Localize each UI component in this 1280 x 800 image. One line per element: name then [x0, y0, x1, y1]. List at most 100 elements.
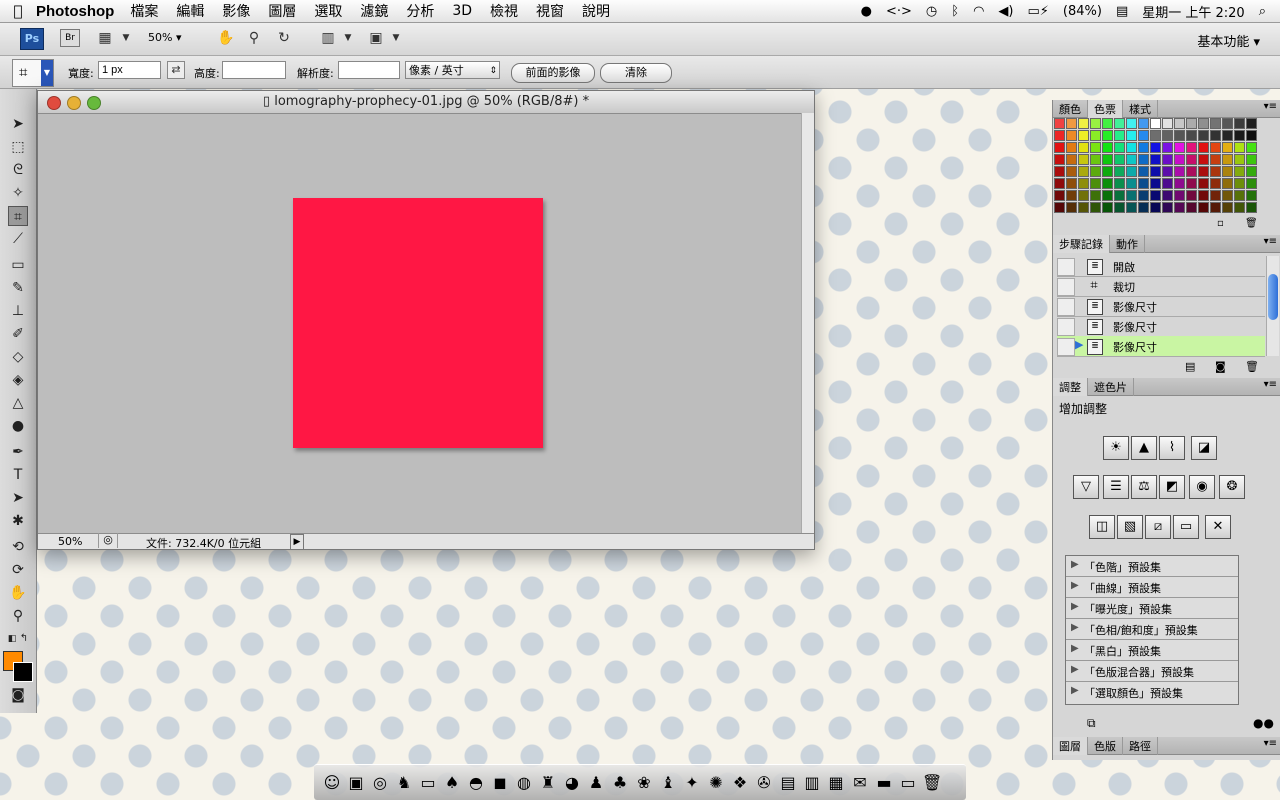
color-swatch[interactable]	[1198, 118, 1209, 129]
color-swatch[interactable]	[1198, 202, 1209, 213]
dvd-icon[interactable]: ◎	[370, 771, 390, 795]
apple-menu-icon[interactable]: 	[0, 2, 36, 20]
history-checkbox[interactable]	[1057, 338, 1075, 356]
new-document-from-state-icon[interactable]: ▤	[1185, 360, 1195, 373]
color-swatch[interactable]	[1078, 130, 1089, 141]
photoshop-dock-icon[interactable]: ▦	[826, 771, 846, 795]
color-swatch[interactable]	[1066, 154, 1077, 165]
status-options-icon[interactable]: ◎	[98, 533, 118, 548]
panel-menu-icon[interactable]: ▾≡	[1264, 379, 1277, 390]
color-swatch[interactable]	[1102, 118, 1113, 129]
clear-button[interactable]: 清除	[600, 63, 672, 83]
height-field[interactable]	[222, 61, 286, 79]
flag-icon[interactable]: ▤	[1116, 4, 1128, 19]
color-swatch[interactable]	[1246, 142, 1257, 153]
pen-icon[interactable]: ✒	[8, 442, 28, 462]
color-balance-icon[interactable]: ⚖	[1131, 475, 1157, 499]
front-image-button[interactable]: 前面的影像	[511, 63, 595, 83]
color-swatch[interactable]	[1246, 202, 1257, 213]
color-swatch[interactable]	[1138, 178, 1149, 189]
custom-shape-icon[interactable]: ✱	[8, 511, 28, 531]
color-swatch[interactable]	[1114, 130, 1125, 141]
color-swatch[interactable]	[1186, 130, 1197, 141]
rotate-view-icon[interactable]: ↻	[274, 29, 294, 47]
color-swatch[interactable]	[1066, 178, 1077, 189]
zoom-icon[interactable]: ⚲	[244, 29, 264, 47]
channel-mixer-icon[interactable]: ❂	[1219, 475, 1245, 499]
color-swatch[interactable]	[1150, 178, 1161, 189]
vibrance-icon[interactable]: ▽	[1073, 475, 1099, 499]
swap-colors-icon[interactable]: ↰	[14, 629, 34, 649]
color-swatch[interactable]	[1174, 142, 1185, 153]
preset-item[interactable]: ▶ 「曝光度」預設集	[1066, 598, 1238, 619]
robot-app-icon[interactable]: ♜	[538, 771, 558, 795]
color-swatch[interactable]	[1138, 202, 1149, 213]
color-swatch[interactable]	[1210, 178, 1221, 189]
gradient-map-icon[interactable]: ▭	[1173, 515, 1199, 539]
monster-app-icon[interactable]: ♞	[394, 771, 414, 795]
menu-view[interactable]: 檢視	[490, 1, 518, 21]
hand-icon[interactable]: ✋	[216, 29, 236, 47]
color-swatch[interactable]	[1090, 190, 1101, 201]
tab-channels[interactable]: 色版	[1088, 737, 1123, 755]
dodge-icon[interactable]: ●	[8, 416, 28, 436]
tab-masks[interactable]: 遮色片	[1088, 378, 1134, 396]
invert-icon[interactable]: ◫	[1089, 515, 1115, 539]
expand-triangle-icon[interactable]: ▶	[1071, 685, 1079, 696]
color-swatch[interactable]	[1054, 118, 1065, 129]
trash-icon[interactable]: 🗑	[1245, 360, 1259, 373]
lasso-icon[interactable]: ᘓ	[8, 160, 28, 180]
trash-icon[interactable]: 🗑	[1245, 218, 1258, 229]
color-swatch[interactable]	[1162, 190, 1173, 201]
penguin-icon[interactable]: ●	[861, 4, 872, 19]
color-swatch[interactable]	[1222, 154, 1233, 165]
bird-app-icon[interactable]: ♠	[442, 771, 462, 795]
color-swatch[interactable]	[1090, 166, 1101, 177]
toolbox-app-icon[interactable]: ✇	[754, 771, 774, 795]
posterize-icon[interactable]: ▧	[1117, 515, 1143, 539]
bridge-button[interactable]: Br	[60, 29, 80, 47]
color-swatch[interactable]	[1186, 190, 1197, 201]
color-swatch[interactable]	[1162, 130, 1173, 141]
eyedropper-icon[interactable]: ⟋	[8, 229, 28, 249]
color-swatch[interactable]	[1222, 202, 1233, 213]
color-swatch[interactable]	[1162, 118, 1173, 129]
resolution-field[interactable]	[338, 61, 400, 79]
3d-orbit-icon[interactable]: ⟳	[8, 560, 28, 580]
expand-triangle-icon[interactable]: ▶	[1071, 601, 1079, 612]
status-menu-arrow-icon[interactable]: ▶	[290, 534, 304, 550]
color-swatch[interactable]	[1114, 118, 1125, 129]
color-swatch[interactable]	[1174, 178, 1185, 189]
color-swatch[interactable]	[1138, 118, 1149, 129]
color-swatch[interactable]	[1126, 166, 1137, 177]
menu-select[interactable]: 選取	[314, 1, 342, 21]
color-swatch[interactable]	[1162, 202, 1173, 213]
color-swatch[interactable]	[1246, 118, 1257, 129]
panel-menu-icon[interactable]: ▾≡	[1264, 236, 1277, 247]
color-swatch[interactable]	[1126, 118, 1137, 129]
history-scroll-thumb[interactable]	[1268, 274, 1278, 320]
color-swatch[interactable]	[1102, 190, 1113, 201]
exposure-icon[interactable]: ◪	[1191, 436, 1217, 460]
color-swatch[interactable]	[1138, 142, 1149, 153]
color-swatch[interactable]	[1198, 166, 1209, 177]
color-swatch[interactable]	[1066, 202, 1077, 213]
image-canvas[interactable]	[293, 198, 543, 448]
color-swatch[interactable]	[1054, 202, 1065, 213]
color-swatch[interactable]	[1054, 178, 1065, 189]
type-tool-icon[interactable]: T	[8, 465, 28, 485]
chevron-down-icon[interactable]: ▼	[338, 29, 358, 47]
menu-file[interactable]: 檔案	[130, 1, 158, 21]
color-swatch[interactable]	[1234, 190, 1245, 201]
color-swatch[interactable]	[1234, 142, 1245, 153]
color-swatch[interactable]	[1090, 154, 1101, 165]
path-selection-icon[interactable]: ➤	[8, 488, 28, 508]
color-swatch[interactable]	[1102, 142, 1113, 153]
chevron-down-icon[interactable]: ▼	[386, 29, 406, 47]
vertical-scrollbar[interactable]	[801, 113, 814, 533]
clone-stamp-icon[interactable]: ⊥	[8, 301, 28, 321]
color-swatch[interactable]	[1126, 178, 1137, 189]
width-field[interactable]	[98, 61, 161, 79]
brightness-contrast-icon[interactable]: ☀	[1103, 436, 1129, 460]
code-arrows-icon[interactable]: <·>	[886, 4, 912, 19]
